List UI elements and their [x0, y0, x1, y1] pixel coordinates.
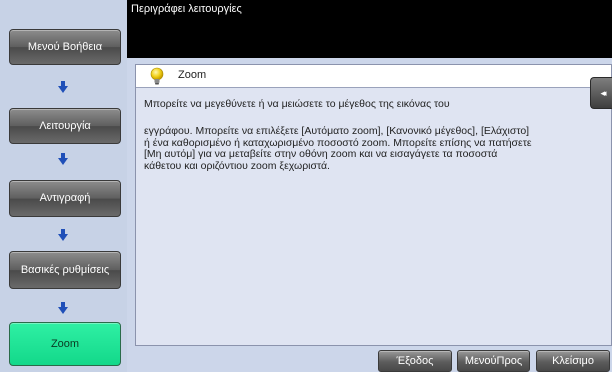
description-text-line1: Μπορείτε να μεγεθύνετε ή να μειώσετε το …	[144, 98, 450, 110]
arrow-down-icon	[58, 153, 68, 165]
description-text-body: εγγράφου. Μπορείτε να επιλέξετε [Αυτόματ…	[144, 125, 532, 172]
lightbulb-icon	[150, 67, 164, 90]
menu-previous-button[interactable]: ΜενούΠρος	[457, 350, 530, 372]
breadcrumb-help-menu[interactable]: Μενού Βοήθεια	[9, 29, 121, 65]
close-button-label: Κλείσιμο	[552, 355, 594, 367]
breadcrumb-function[interactable]: Λειτουργία	[9, 108, 121, 144]
arrow-down-icon	[58, 229, 68, 241]
double-chevron-left-icon: ◂◂	[600, 87, 606, 98]
breadcrumb-label: Αντιγραφή	[39, 192, 91, 204]
panel-title: Zoom	[178, 69, 207, 81]
breadcrumb-label: Μενού Βοήθεια	[27, 40, 103, 53]
page-title: Περιγράφει λειτουργίες	[131, 3, 242, 15]
breadcrumb-label: Λειτουργία	[39, 119, 91, 132]
description-panel: Zoom Μπορείτε να μεγεθύνετε ή να μειώσετ…	[135, 64, 612, 346]
breadcrumb-basic-settings[interactable]: Βασικές ρυθμίσεις	[9, 251, 121, 289]
breadcrumb-zoom-current[interactable]: Zoom	[9, 322, 121, 366]
collapse-panel-button[interactable]: ◂◂	[590, 77, 612, 109]
arrow-down-icon	[58, 302, 68, 314]
breadcrumb-sidebar: Μενού Βοήθεια Λειτουργία Αντιγραφή Βασικ…	[0, 0, 127, 372]
arrow-down-icon	[58, 81, 68, 93]
exit-button[interactable]: Έξοδος	[378, 350, 452, 372]
exit-button-label: Έξοδος	[396, 355, 434, 367]
breadcrumb-copy[interactable]: Αντιγραφή	[9, 180, 121, 217]
breadcrumb-label: Zoom	[50, 337, 80, 350]
close-button[interactable]: Κλείσιμο	[536, 350, 610, 372]
header-bar: Περιγράφει λειτουργίες	[127, 0, 612, 58]
panel-header: Zoom	[136, 65, 611, 88]
breadcrumb-label: Βασικές ρυθμίσεις	[20, 263, 110, 276]
menu-previous-button-label: ΜενούΠρος	[464, 355, 523, 367]
main-area: Zoom Μπορείτε να μεγεθύνετε ή να μειώσετ…	[127, 58, 612, 372]
